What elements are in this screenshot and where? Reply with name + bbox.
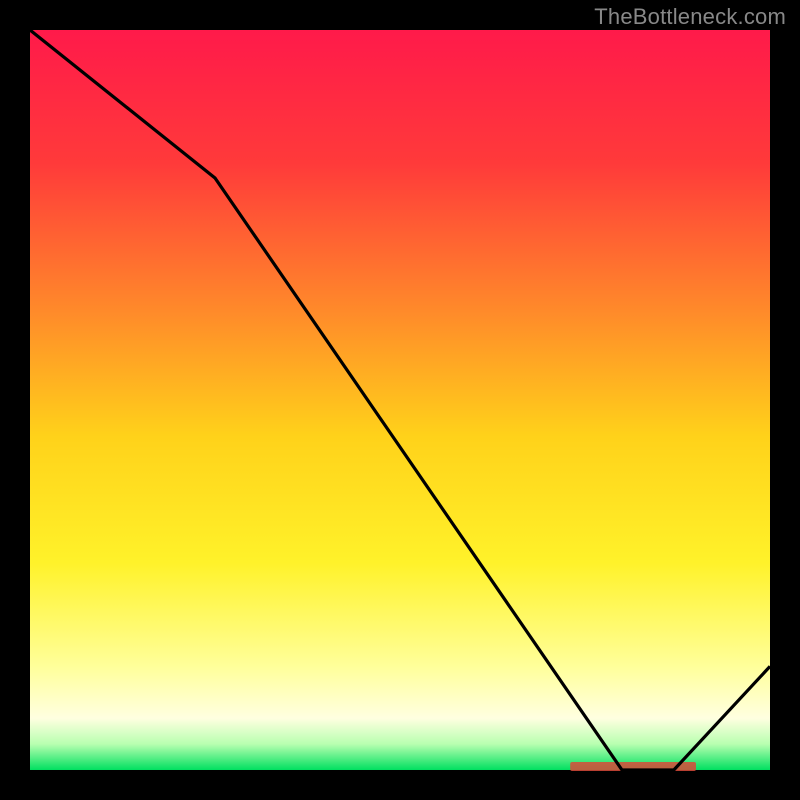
watermark-text: TheBottleneck.com [594,4,786,30]
chart-container: TheBottleneck.com [0,0,800,800]
bottleneck-chart [0,0,800,800]
plot-background [30,30,770,770]
